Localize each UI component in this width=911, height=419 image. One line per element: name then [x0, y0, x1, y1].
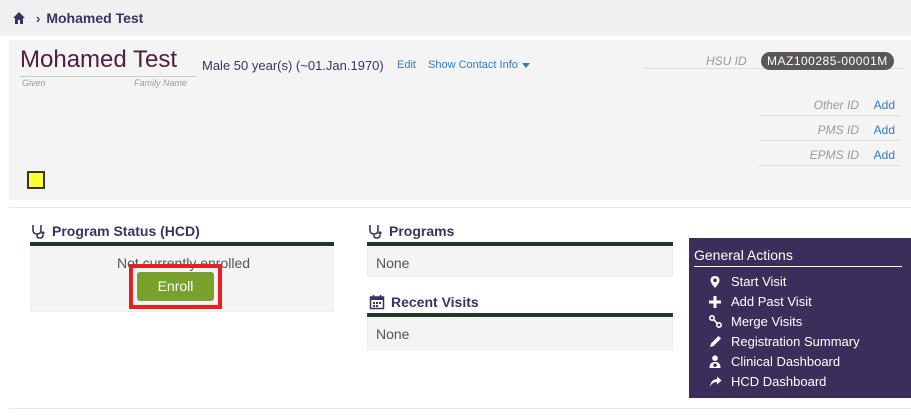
merge-icon [707, 315, 723, 329]
registration-summary-action[interactable]: Registration Summary [707, 334, 860, 349]
name-underline [20, 76, 197, 77]
show-contact-info-label: Show Contact Info [428, 59, 518, 71]
program-status-title: Program Status (HCD) [30, 223, 200, 239]
user-md-icon [707, 355, 723, 369]
family-name: Test [132, 46, 177, 73]
patient-header: Mohamed Test Given Family Name Male 50 y… [9, 40, 911, 200]
home-icon[interactable] [12, 11, 26, 25]
programs-bar [367, 242, 673, 246]
plus-icon [707, 295, 723, 309]
clinical-dashboard-action[interactable]: Clinical Dashboard [707, 354, 840, 369]
breadcrumb-patient[interactable]: Mohamed Test [46, 10, 143, 26]
patient-demographics: Male 50 year(s) (~01.Jan.1970) [202, 58, 384, 73]
epms-id-label: EPMS ID [809, 148, 859, 162]
bottom-divider [9, 408, 911, 409]
pms-id-label: PMS ID [817, 123, 859, 137]
calendar-icon [369, 295, 385, 310]
pms-id-add-link[interactable]: Add [874, 123, 895, 137]
merge-visits-action[interactable]: Merge Visits [707, 314, 802, 329]
sticky-note-icon[interactable] [27, 171, 45, 189]
section-divider [9, 207, 911, 208]
general-actions-title: General Actions [694, 247, 793, 263]
epms-id-add-link[interactable]: Add [874, 148, 895, 162]
epms-id-row: EPMS ID Add [759, 144, 899, 166]
add-past-visit-label: Add Past Visit [731, 294, 812, 309]
recent-visits-bar [367, 313, 673, 317]
edit-link[interactable]: Edit [397, 59, 416, 71]
start-visit-action[interactable]: Start Visit [707, 274, 786, 289]
family-name-label: Family Name [134, 78, 188, 88]
recent-visits-title: Recent Visits [369, 294, 479, 310]
other-id-add-link[interactable]: Add [874, 98, 895, 112]
program-status-title-text: Program Status (HCD) [52, 223, 200, 239]
program-status-bar [30, 242, 334, 246]
hcd-dashboard-label: HCD Dashboard [731, 374, 827, 389]
breadcrumb-separator: › [36, 10, 41, 26]
add-past-visit-action[interactable]: Add Past Visit [707, 294, 812, 309]
patient-name: Mohamed Test [20, 46, 177, 74]
recent-visits-title-text: Recent Visits [391, 294, 479, 310]
registration-summary-label: Registration Summary [731, 334, 860, 349]
given-name: Mohamed [20, 46, 127, 73]
pms-id-row: PMS ID Add [759, 119, 899, 141]
hcd-dashboard-action[interactable]: HCD Dashboard [707, 374, 826, 389]
show-contact-info-link[interactable]: Show Contact Info [428, 59, 530, 71]
recent-visits-box: None [367, 318, 673, 350]
recent-visits-value: None [376, 326, 410, 342]
share-arrow-icon [707, 375, 723, 389]
location-pin-icon [707, 275, 723, 289]
general-actions-panel: General Actions Start Visit Add Past Vis… [689, 238, 911, 398]
clinical-dashboard-label: Clinical Dashboard [731, 354, 841, 369]
hsu-id-label: HSU ID [706, 54, 747, 68]
caret-down-icon [521, 62, 530, 68]
programs-box: None [367, 247, 673, 277]
programs-title: Programs [367, 223, 454, 239]
general-actions-underline [694, 266, 902, 267]
stethoscope-icon [369, 225, 382, 239]
hsu-id-badge: MAZ100285-00001M [761, 52, 894, 70]
other-id-label: Other ID [813, 98, 859, 112]
other-id-row: Other ID Add [759, 94, 899, 116]
stethoscope-icon [32, 225, 45, 239]
breadcrumb: › Mohamed Test [0, 0, 911, 36]
programs-title-text: Programs [389, 223, 455, 239]
enroll-button[interactable]: Enroll [137, 272, 214, 301]
given-label: Given [22, 78, 46, 88]
start-visit-label: Start Visit [731, 274, 787, 289]
merge-visits-label: Merge Visits [731, 314, 803, 329]
pencil-icon [707, 335, 723, 349]
programs-value: None [376, 255, 410, 271]
